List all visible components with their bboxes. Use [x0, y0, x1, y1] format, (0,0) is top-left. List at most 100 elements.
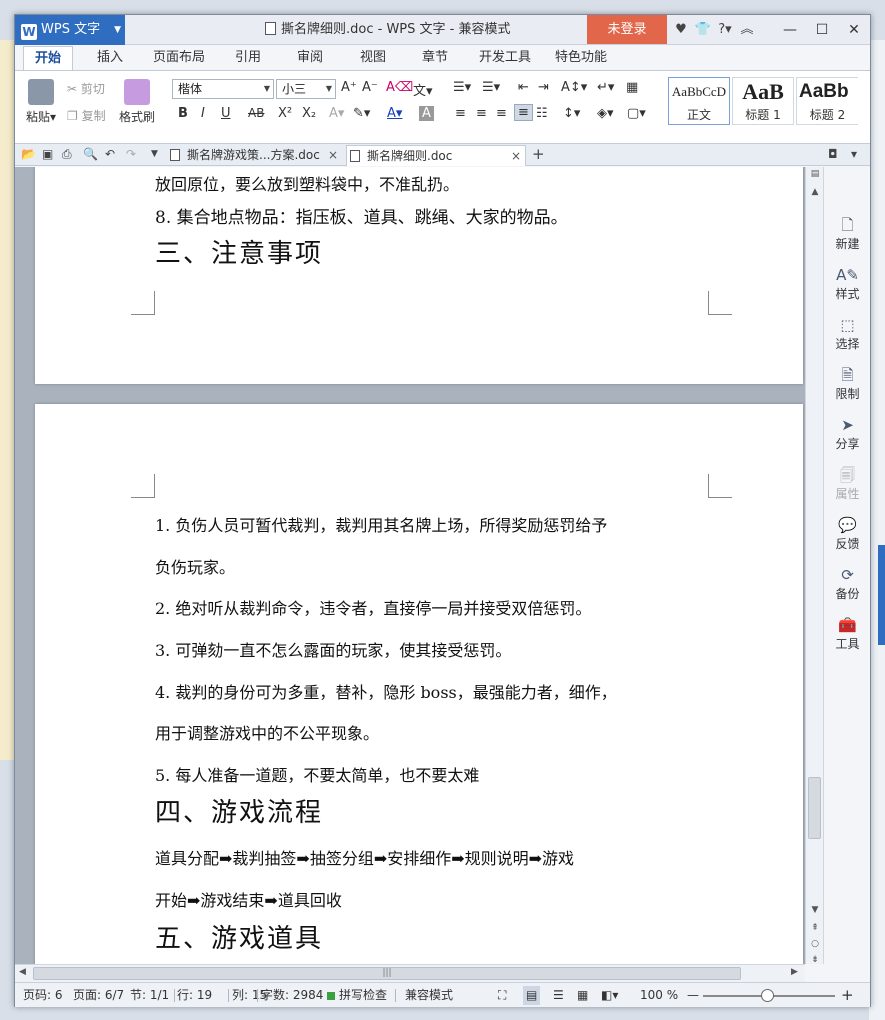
style-heading-1[interactable]: AaB 标题 1	[732, 77, 794, 125]
side-backup-button[interactable]: ⟳ 备份	[824, 565, 871, 602]
side-tools-button[interactable]: 🧰 工具	[824, 615, 871, 652]
scroll-up-icon[interactable]: ▲	[806, 187, 824, 197]
vertical-scrollbar[interactable]: ▤ ▲ ▼ ⇞ ○ ⇟	[805, 167, 824, 965]
side-share-button[interactable]: ➤ 分享	[824, 415, 871, 452]
close-icon[interactable]: ×	[328, 145, 338, 166]
increase-indent-icon[interactable]: ⇥	[538, 80, 549, 95]
save-icon[interactable]: ▣	[42, 147, 53, 161]
chevron-down-icon[interactable]: ▼	[151, 149, 158, 159]
side-properties-button[interactable]: 🗐 属性	[824, 465, 871, 502]
zoom-level[interactable]: 100 %	[640, 983, 678, 1008]
justify-icon[interactable]: ≡	[514, 104, 533, 121]
cut-button[interactable]: ✂ 剪切	[67, 80, 105, 97]
print-preview-icon[interactable]: 🔍	[83, 147, 98, 161]
strikethrough-button[interactable]: AB	[248, 106, 264, 120]
scroll-down-icon[interactable]: ▼	[806, 905, 824, 915]
maximize-icon[interactable]: ☐	[806, 15, 838, 45]
line-spacing-icon[interactable]: ↕▾	[563, 106, 580, 121]
bold-button[interactable]: B	[178, 106, 188, 121]
new-tab-icon[interactable]: +	[532, 145, 545, 163]
ruler-toggle-icon[interactable]: ▤	[806, 169, 824, 179]
scroll-left-icon[interactable]: ◀	[19, 967, 26, 977]
minimize-icon[interactable]: —	[774, 15, 806, 45]
open-icon[interactable]: 📂	[21, 147, 36, 161]
numbered-list-icon[interactable]: ☰▾	[482, 80, 500, 95]
help-icon[interactable]: ?▾	[714, 15, 736, 45]
paste-button[interactable]: 粘贴▾	[21, 79, 61, 125]
wps-app-menu-button[interactable]: W WPS 文字 ▼	[15, 15, 125, 45]
decrease-indent-icon[interactable]: ⇤	[518, 80, 529, 95]
style-normal[interactable]: AaBbCcD 正文	[668, 77, 730, 125]
shirt-icon[interactable]: 👕	[692, 15, 714, 45]
page-view-icon[interactable]: ▤	[523, 986, 541, 1005]
doc-tab-rules[interactable]: 撕名牌细则.doc ×	[346, 145, 526, 166]
clear-format-icon[interactable]: A⌫	[386, 80, 413, 95]
login-button[interactable]: 未登录	[587, 15, 667, 44]
select-browse-icon[interactable]: ○	[806, 939, 824, 949]
doc-tab-plan[interactable]: 撕名牌游戏策...方案.doc ×	[167, 145, 342, 166]
format-painter-button[interactable]: 格式刷	[117, 79, 157, 125]
fullscreen-icon[interactable]: ⛶	[498, 983, 506, 1008]
italic-button[interactable]: I	[201, 106, 205, 121]
side-new-button[interactable]: 🗋 新建	[824, 215, 871, 252]
restore-doc-icon[interactable]: ◘	[828, 147, 838, 161]
close-icon[interactable]: ✕	[838, 15, 870, 45]
scrollbar-thumb[interactable]	[808, 777, 821, 839]
undo-icon[interactable]: ↶	[105, 147, 115, 161]
highlight-icon[interactable]: ✎▾	[353, 106, 370, 121]
char-shading-icon[interactable]: A	[419, 106, 434, 121]
tab-references[interactable]: 引用	[225, 46, 271, 70]
doc-options-icon[interactable]: ▾	[851, 147, 857, 161]
zoom-out-icon[interactable]: —	[687, 983, 699, 1008]
horizontal-scrollbar[interactable]: ◀ ||| ▶	[15, 964, 805, 982]
tab-developer[interactable]: 开发工具	[473, 46, 537, 70]
tab-page-layout[interactable]: 页面布局	[147, 46, 211, 70]
show-marks-icon[interactable]: ↵▾	[597, 80, 614, 95]
next-page-icon[interactable]: ⇟	[806, 955, 824, 965]
reading-view-icon[interactable]: ◧▾	[601, 983, 618, 1008]
align-left-icon[interactable]: ≡	[455, 106, 466, 121]
side-restrict-button[interactable]: 🗎 限制	[824, 365, 871, 402]
zoom-in-icon[interactable]: +	[841, 983, 854, 1008]
shrink-font-icon[interactable]: A⁻	[362, 80, 378, 95]
prev-page-icon[interactable]: ⇞	[806, 923, 824, 933]
grow-font-icon[interactable]: A⁺	[341, 80, 357, 95]
table-icon[interactable]: ▦	[626, 80, 638, 95]
subscript-button[interactable]: X₂	[302, 106, 316, 121]
web-view-icon[interactable]: ▦	[577, 983, 588, 1008]
distribute-icon[interactable]: ☷	[536, 106, 548, 121]
tab-view[interactable]: 视图	[350, 46, 396, 70]
superscript-button[interactable]: X²	[278, 106, 292, 121]
font-size-select[interactable]: 小三 ▼	[276, 79, 336, 99]
gift-icon[interactable]: ♥	[670, 15, 692, 45]
collapse-icon[interactable]: ︽	[736, 15, 758, 45]
side-style-button[interactable]: A✎ 样式	[824, 265, 871, 302]
underline-button[interactable]: U	[221, 106, 231, 121]
text-effect-icon[interactable]: A▾	[329, 106, 344, 121]
status-word-count[interactable]: 字数: 2984	[261, 983, 323, 1008]
scrollbar-thumb[interactable]: |||	[33, 967, 741, 980]
redo-icon[interactable]: ↷	[126, 147, 136, 161]
side-feedback-button[interactable]: 💬 反馈	[824, 515, 871, 552]
style-heading-2[interactable]: AaBb 标题 2	[796, 77, 858, 125]
phonetic-icon[interactable]: 文▾	[413, 80, 433, 99]
close-icon[interactable]: ×	[511, 146, 521, 167]
sort-icon[interactable]: A↕▾	[561, 80, 587, 95]
tab-special-features[interactable]: 特色功能	[549, 46, 613, 70]
paragraph-shading-icon[interactable]: ◈▾	[597, 106, 614, 121]
document-edit-area[interactable]: 放回原位，要么放到塑料袋中，不准乱扔。 8. 集合地点物品：指压板、道具、跳绳、…	[15, 167, 805, 964]
tab-insert[interactable]: 插入	[87, 46, 133, 70]
font-name-select[interactable]: 楷体 ▼	[172, 79, 274, 99]
bullet-list-icon[interactable]: ☰▾	[453, 80, 471, 95]
tab-review[interactable]: 审阅	[287, 46, 333, 70]
print-icon[interactable]: ⎙	[62, 147, 72, 162]
scroll-right-icon[interactable]: ▶	[791, 967, 798, 977]
copy-button[interactable]: ❐ 复制	[67, 107, 106, 124]
side-select-button[interactable]: ⬚ 选择	[824, 315, 871, 352]
zoom-slider-thumb[interactable]	[761, 989, 774, 1002]
align-right-icon[interactable]: ≡	[496, 106, 507, 121]
tab-home[interactable]: 开始	[23, 46, 73, 70]
align-center-icon[interactable]: ≡	[476, 106, 487, 121]
tab-chapter[interactable]: 章节	[412, 46, 458, 70]
outline-view-icon[interactable]: ☰	[553, 983, 564, 1008]
